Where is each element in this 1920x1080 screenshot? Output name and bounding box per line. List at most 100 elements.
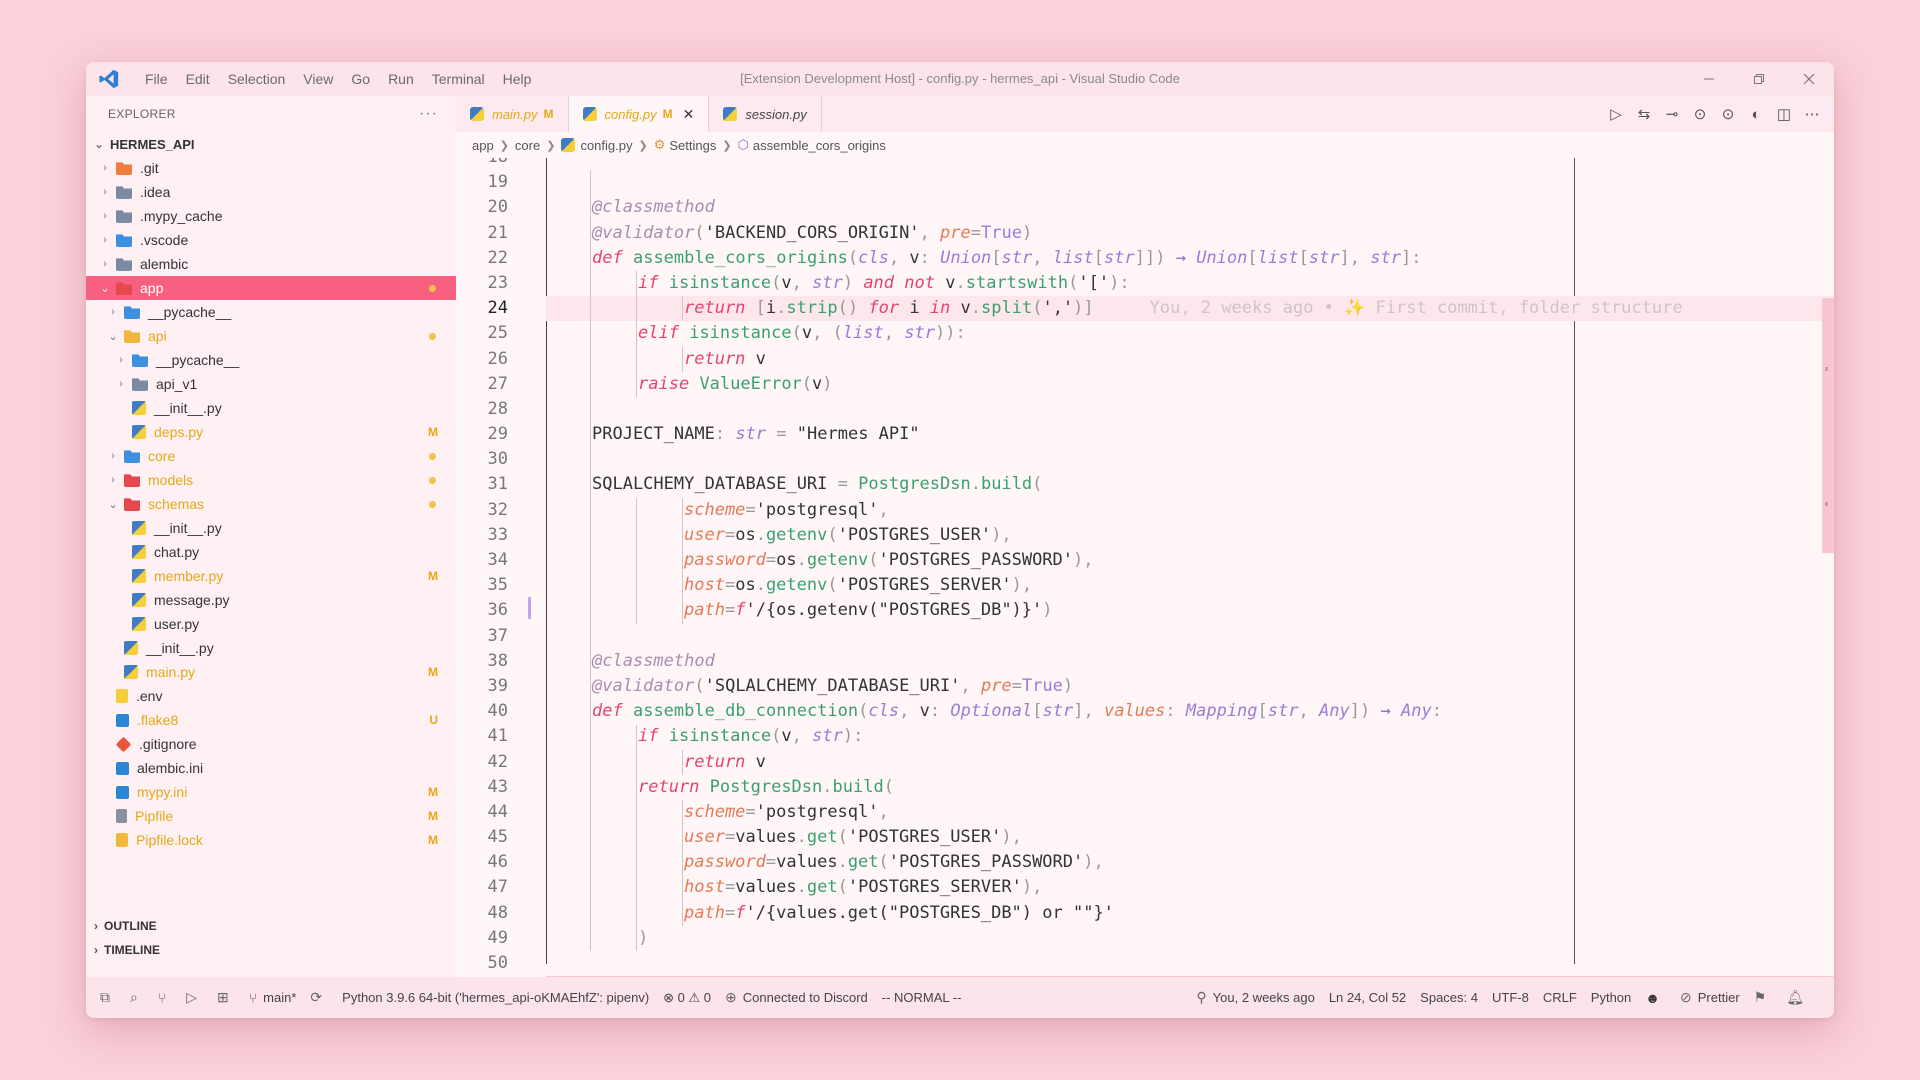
- tree-item[interactable]: __init__.py: [86, 396, 456, 420]
- restore-button[interactable]: [1734, 62, 1784, 96]
- more-icon[interactable]: ⋯: [1798, 105, 1826, 123]
- menu-help[interactable]: Help: [494, 62, 541, 96]
- tree-item[interactable]: › __pycache__: [86, 300, 456, 324]
- line-number: 22: [487, 247, 508, 268]
- tree-item[interactable]: › alembic: [86, 252, 456, 276]
- tree-item[interactable]: › .git: [86, 156, 456, 180]
- tree-item[interactable]: message.py: [86, 588, 456, 612]
- outline-section[interactable]: › OUTLINE: [86, 914, 157, 938]
- indent-guide: [682, 800, 683, 927]
- menu-selection[interactable]: Selection: [219, 62, 295, 96]
- tree-item[interactable]: › models: [86, 468, 456, 492]
- branch-status[interactable]: ⑂ main*: [249, 990, 297, 1006]
- tree-item[interactable]: ⌄ app: [86, 276, 456, 300]
- indentation[interactable]: Spaces: 4: [1420, 990, 1478, 1005]
- close-icon[interactable]: ✕: [683, 106, 695, 123]
- next-change-icon[interactable]: ⊙: [1714, 105, 1742, 123]
- menu-terminal[interactable]: Terminal: [423, 62, 494, 96]
- timeline-section[interactable]: › TIMELINE: [86, 938, 160, 962]
- menu-file[interactable]: File: [136, 62, 177, 96]
- editor-tab[interactable]: session.py: [709, 96, 822, 132]
- split-editor-icon[interactable]: ◫: [1770, 105, 1798, 123]
- search-icon[interactable]: ⌕: [130, 989, 144, 1006]
- tree-item[interactable]: .env: [86, 684, 456, 708]
- code-editor[interactable]: 18 19 20 21 22 23 24 25 26 27 28 29 30 31 32 33 34 35 36 37…: [456, 158, 1834, 977]
- feedback-icon[interactable]: ⚑: [1754, 989, 1773, 1006]
- timeline-icon[interactable]: ◐: [1742, 106, 1770, 123]
- tree-item[interactable]: main.py M: [86, 660, 456, 684]
- chevron-down-icon: ⌄: [108, 498, 118, 511]
- run-icon[interactable]: ▷: [1602, 105, 1630, 123]
- chevron-right-icon: ›: [94, 919, 98, 933]
- chevron-down-icon: ⌄: [108, 330, 118, 343]
- extensions-icon[interactable]: ⊞: [217, 989, 235, 1006]
- code-text: scheme='postgresql',: [684, 801, 889, 822]
- editor-tab[interactable]: config.py M ✕: [568, 96, 710, 132]
- tree-item[interactable]: member.py M: [86, 564, 456, 588]
- python-interpreter[interactable]: Python 3.9.6 64-bit ('hermes_api-oKMAEhf…: [342, 990, 649, 1005]
- tree-item[interactable]: › api_v1: [86, 372, 456, 396]
- copilot-icon[interactable]: ☻: [1645, 990, 1666, 1006]
- language-mode[interactable]: Python: [1591, 990, 1631, 1005]
- breadcrumb-file[interactable]: config.py: [580, 138, 632, 153]
- tree-item[interactable]: Pipfile.lock M: [86, 828, 456, 852]
- code-line: return [i.strip() for i in v.split(',')]…: [546, 296, 1834, 322]
- chevron-right-icon: ›: [103, 234, 107, 246]
- git-commit-icon[interactable]: ⊸: [1658, 105, 1686, 123]
- tree-item[interactable]: ⌄ schemas: [86, 492, 456, 516]
- encoding[interactable]: UTF-8: [1492, 990, 1529, 1005]
- tree-item[interactable]: .flake8 U: [86, 708, 456, 732]
- vertical-scrollbar[interactable]: [1820, 158, 1834, 977]
- discord-status[interactable]: ⊕ Connected to Discord: [725, 989, 868, 1006]
- sync-icon[interactable]: ⟳: [310, 989, 328, 1006]
- scrollbar-thumb[interactable]: [1822, 298, 1834, 553]
- breadcrumb-app[interactable]: app: [472, 138, 494, 153]
- minimize-button[interactable]: [1684, 62, 1734, 96]
- tree-item[interactable]: alembic.ini: [86, 756, 456, 780]
- editor-tab[interactable]: main.py M: [456, 96, 569, 132]
- problems-status[interactable]: ⊗ 0 ⚠ 0: [663, 990, 711, 1006]
- code-text: user=values.get('POSTGRES_USER'),: [684, 827, 1022, 848]
- folder-icon: [124, 498, 140, 511]
- code-line: @validator('SQLALCHEMY_DATABASE_URI', pr…: [546, 674, 1834, 699]
- copy-icon[interactable]: ⧉: [100, 989, 116, 1006]
- tree-item[interactable]: › .mypy_cache: [86, 204, 456, 228]
- line-number: 21: [487, 222, 508, 243]
- breadcrumb-method[interactable]: assemble_cors_origins: [753, 138, 886, 153]
- tree-item[interactable]: chat.py: [86, 540, 456, 564]
- source-control-icon[interactable]: ⑂: [158, 990, 172, 1006]
- close-button[interactable]: [1784, 62, 1834, 96]
- more-actions-button[interactable]: ···: [419, 105, 438, 123]
- previous-change-icon[interactable]: ⊙: [1686, 105, 1714, 123]
- tree-item[interactable]: deps.py M: [86, 420, 456, 444]
- code-text: if isinstance(v, str):: [638, 726, 864, 747]
- tree-item[interactable]: › .idea: [86, 180, 456, 204]
- line-ending[interactable]: CRLF: [1543, 990, 1577, 1005]
- tree-item[interactable]: user.py: [86, 612, 456, 636]
- chevron-right-icon: ›: [119, 378, 123, 390]
- compare-changes-icon[interactable]: ⇆: [1630, 105, 1658, 123]
- python-file-icon: [132, 569, 146, 583]
- prettier-status[interactable]: ⊘ Prettier: [1680, 989, 1740, 1006]
- breadcrumb-class[interactable]: Settings: [669, 138, 716, 153]
- workspace-root[interactable]: ⌄ HERMES_API: [86, 132, 456, 156]
- menu-run[interactable]: Run: [379, 62, 423, 96]
- tree-item[interactable]: ⌄ api: [86, 324, 456, 348]
- tree-item[interactable]: Pipfile M: [86, 804, 456, 828]
- tree-item[interactable]: __init__.py: [86, 516, 456, 540]
- tree-item[interactable]: __init__.py: [86, 636, 456, 660]
- menu-edit[interactable]: Edit: [177, 62, 219, 96]
- tree-item[interactable]: › .vscode: [86, 228, 456, 252]
- tree-item[interactable]: › __pycache__: [86, 348, 456, 372]
- git-blame-status[interactable]: ⚲ You, 2 weeks ago: [1196, 989, 1314, 1006]
- cursor-position[interactable]: Ln 24, Col 52: [1329, 990, 1406, 1005]
- tree-item[interactable]: .gitignore: [86, 732, 456, 756]
- tree-item[interactable]: › core: [86, 444, 456, 468]
- tree-item[interactable]: mypy.ini M: [86, 780, 456, 804]
- modified-dot-indicator: [429, 332, 436, 340]
- run-debug-icon[interactable]: ▷: [186, 989, 203, 1006]
- menu-view[interactable]: View: [294, 62, 342, 96]
- menu-go[interactable]: Go: [342, 62, 379, 96]
- breadcrumb-core[interactable]: core: [515, 138, 540, 153]
- notifications-icon[interactable]: 🔔︎: [1786, 989, 1810, 1006]
